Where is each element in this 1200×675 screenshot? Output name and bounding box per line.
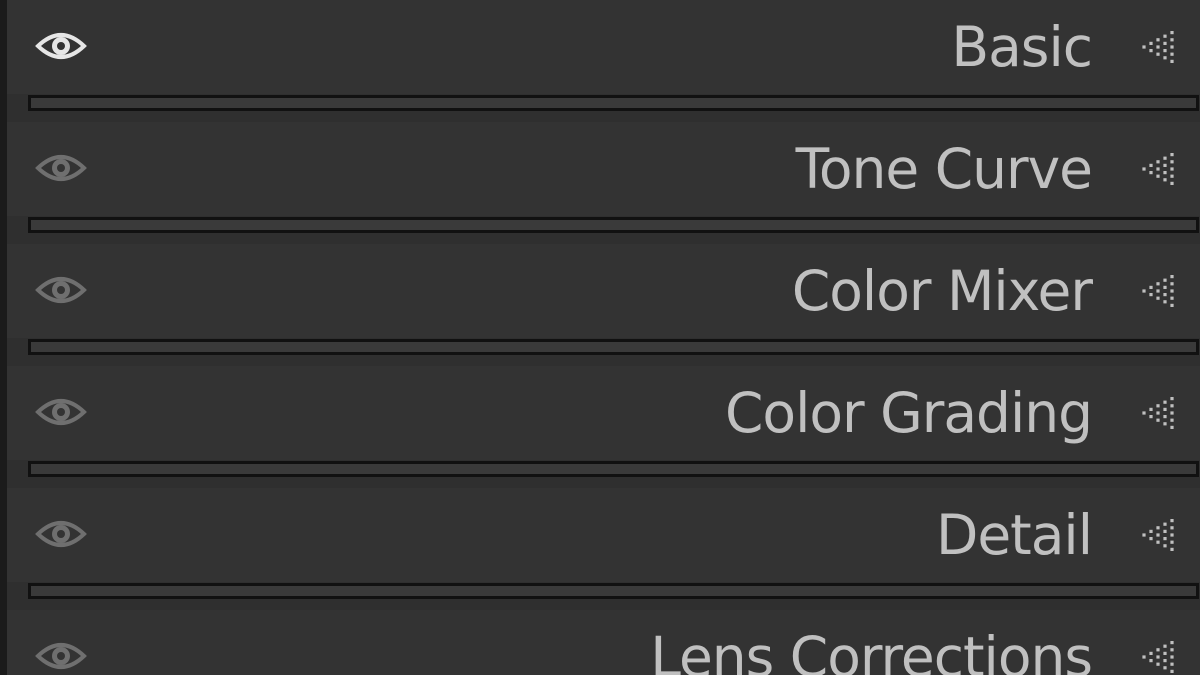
panel-header-tone-curve[interactable]: Tone Curve: [7, 122, 1200, 216]
eye-icon[interactable]: [35, 270, 87, 310]
disclosure-triangle-icon[interactable]: [1138, 150, 1178, 188]
panel-divider: [28, 95, 1199, 111]
panel-color-grading: Color Grading: [7, 366, 1200, 460]
eye-icon[interactable]: [35, 636, 87, 675]
panel-divider: [28, 339, 1199, 355]
panel-title-detail: Detail: [935, 503, 1093, 567]
panel-stack: Basic Tone Curve Color Mixer Color Gradi…: [7, 0, 1200, 675]
disclosure-triangle-icon[interactable]: [1138, 28, 1178, 66]
panel-divider: [28, 583, 1199, 599]
eye-icon[interactable]: [35, 392, 87, 432]
eye-icon[interactable]: [35, 148, 87, 188]
panel-tone-curve: Tone Curve: [7, 122, 1200, 216]
disclosure-triangle-icon[interactable]: [1138, 638, 1178, 675]
panel-title-color-mixer: Color Mixer: [791, 259, 1093, 323]
disclosure-triangle-icon[interactable]: [1138, 516, 1178, 554]
disclosure-triangle-icon[interactable]: [1138, 272, 1178, 310]
panel-detail: Detail: [7, 488, 1200, 582]
panel-color-mixer: Color Mixer: [7, 244, 1200, 338]
panel-header-color-mixer[interactable]: Color Mixer: [7, 244, 1200, 338]
panel-title-tone-curve: Tone Curve: [795, 137, 1093, 201]
panel-title-basic: Basic: [951, 15, 1093, 79]
eye-icon[interactable]: [35, 514, 87, 554]
panel-lens-corrections: Lens Corrections: [7, 610, 1200, 675]
panel-header-basic[interactable]: Basic: [7, 0, 1200, 94]
panel-left-edge: [0, 0, 7, 675]
panel-title-color-grading: Color Grading: [725, 381, 1093, 445]
panel-title-lens-corrections: Lens Corrections: [650, 625, 1093, 675]
develop-right-panel: Basic Tone Curve Color Mixer Color Gradi…: [0, 0, 1200, 675]
panel-divider: [28, 461, 1199, 477]
panel-header-lens-corrections[interactable]: Lens Corrections: [7, 610, 1200, 675]
eye-icon[interactable]: [35, 26, 87, 66]
disclosure-triangle-icon[interactable]: [1138, 394, 1178, 432]
panel-divider: [28, 217, 1199, 233]
panel-header-color-grading[interactable]: Color Grading: [7, 366, 1200, 460]
panel-basic: Basic: [7, 0, 1200, 94]
panel-header-detail[interactable]: Detail: [7, 488, 1200, 582]
